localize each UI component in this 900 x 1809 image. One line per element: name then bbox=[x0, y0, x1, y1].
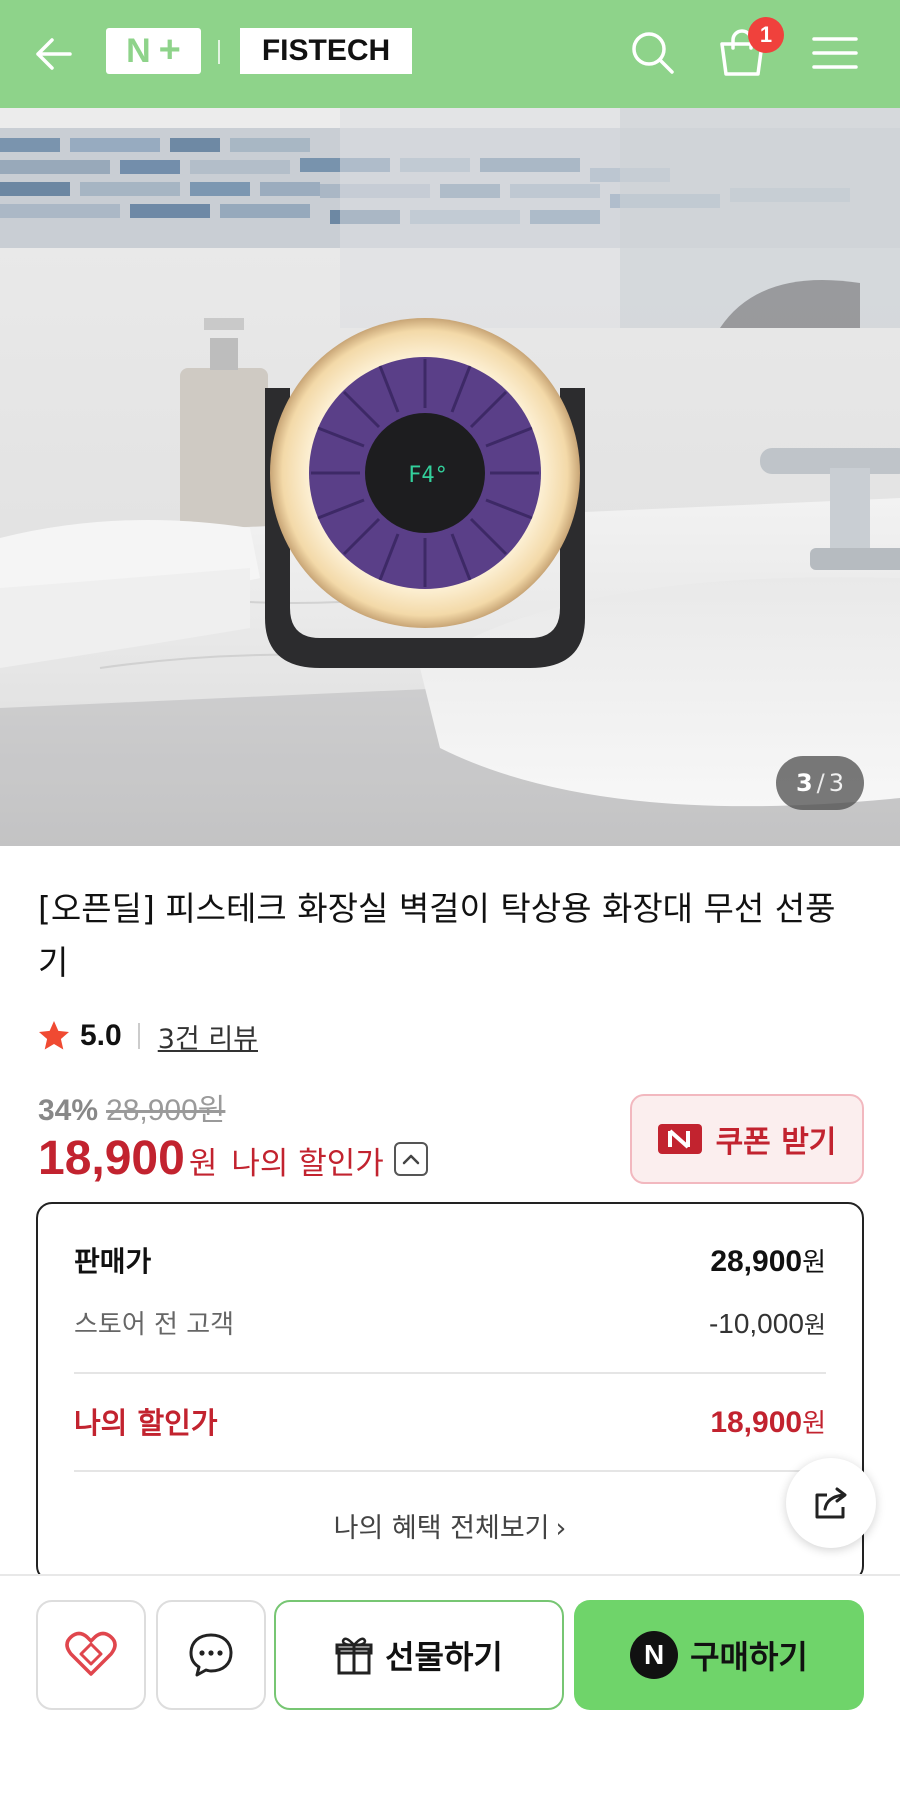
image-counter-separator: / bbox=[816, 769, 825, 797]
my-price-row: 나의 할인가 18,900원 bbox=[74, 1400, 826, 1442]
hamburger-menu-icon[interactable] bbox=[810, 28, 860, 78]
store-discount-value: -10,000 bbox=[708, 1308, 804, 1339]
sale-price-label: 판매가 bbox=[74, 1245, 152, 1278]
store-discount-row: 스토어 전 고객 -10,000원 bbox=[74, 1304, 826, 1341]
price-block: 34% 28,900원 18,900 원 나의 할인가 bbox=[38, 1085, 428, 1186]
sale-price-row: 판매가 28,900원 bbox=[74, 1240, 826, 1280]
image-current-index: 3 bbox=[795, 769, 813, 797]
product-title: [오픈딜] 피스테크 화장실 벽걸이 탁상용 화장대 무선 선풍기 bbox=[38, 889, 836, 982]
collapse-toggle[interactable] bbox=[393, 1141, 428, 1176]
original-price-row: 34% 28,900원 bbox=[38, 1085, 428, 1129]
rating-score: 5.0 bbox=[80, 1019, 122, 1052]
store-discount-amount: -10,000원 bbox=[709, 1305, 826, 1340]
top-app-bar: N + FISTECH 1 bbox=[0, 0, 900, 108]
buy-button[interactable]: N 구매하기 bbox=[574, 1600, 864, 1710]
star-icon bbox=[39, 1021, 69, 1050]
price-breakdown-card: 판매가 28,900원 스토어 전 고객 -10,000원 나의 할인가 18,… bbox=[36, 1202, 864, 1582]
gift-button[interactable]: 선물하기 bbox=[274, 1600, 564, 1710]
gift-icon bbox=[335, 1637, 373, 1675]
share-button[interactable] bbox=[786, 1458, 876, 1548]
wishlist-button[interactable] bbox=[36, 1600, 146, 1710]
product-image-gallery[interactable]: F4° 3 / 3 bbox=[0, 108, 900, 846]
divider bbox=[74, 1470, 826, 1472]
sale-price-currency: 원 bbox=[802, 1247, 826, 1278]
coupon-button[interactable]: 쿠폰 받기 bbox=[630, 1094, 864, 1184]
naver-plus-store-logo[interactable]: N + bbox=[106, 28, 201, 74]
final-price: 18,900 bbox=[38, 1132, 185, 1185]
my-price-label: 나의 할인가 bbox=[74, 1406, 218, 1440]
chat-bubble-icon bbox=[189, 1633, 233, 1677]
header-divider bbox=[218, 40, 220, 64]
original-price: 28,900원 bbox=[106, 1094, 226, 1127]
coupon-label: 쿠폰 받기 bbox=[715, 1125, 837, 1160]
naver-pay-icon bbox=[657, 1124, 702, 1154]
search-icon[interactable] bbox=[626, 26, 680, 80]
final-price-currency: 원 bbox=[188, 1146, 218, 1182]
buy-label: 구매하기 bbox=[690, 1638, 808, 1676]
divider bbox=[74, 1372, 826, 1374]
review-count-link[interactable]: 3건 리뷰 bbox=[158, 1017, 258, 1056]
gift-label: 선물하기 bbox=[385, 1638, 503, 1676]
back-arrow-icon[interactable] bbox=[30, 30, 78, 78]
discount-rate: 34% bbox=[38, 1094, 99, 1127]
sale-price-amount: 28,900원 bbox=[710, 1242, 826, 1279]
heart-icon bbox=[65, 1631, 117, 1676]
store-brand-logo[interactable]: FISTECH bbox=[240, 28, 412, 74]
naver-pay-badge: N bbox=[630, 1631, 679, 1679]
share-icon bbox=[815, 1487, 847, 1519]
chevron-right-icon: › bbox=[555, 1513, 567, 1544]
chat-button[interactable] bbox=[156, 1600, 266, 1710]
naver-plus-n: N bbox=[126, 32, 151, 70]
view-all-benefits-label: 나의 혜택 전체보기 bbox=[333, 1513, 550, 1544]
image-total-count: 3 bbox=[828, 769, 845, 797]
image-counter: 3 / 3 bbox=[776, 756, 864, 810]
rating-row: 5.0 3건 리뷰 bbox=[36, 1015, 258, 1057]
view-all-benefits-link[interactable]: 나의 혜택 전체보기 › bbox=[38, 1506, 862, 1545]
my-discount-label: 나의 할인가 bbox=[231, 1146, 384, 1182]
store-discount-currency: 원 bbox=[803, 1311, 826, 1339]
rating-divider bbox=[137, 1023, 140, 1049]
final-price-row: 18,900 원 나의 할인가 bbox=[38, 1131, 428, 1186]
store-discount-label: 스토어 전 고객 bbox=[74, 1310, 235, 1340]
naver-plus-sign: + bbox=[158, 29, 181, 71]
brand-name: FISTECH bbox=[261, 34, 391, 67]
my-price-amount: 18,900원 bbox=[710, 1403, 826, 1440]
chevron-up-icon bbox=[402, 1154, 420, 1164]
my-price-value: 18,900 bbox=[710, 1405, 803, 1439]
sale-price-value: 28,900 bbox=[710, 1244, 803, 1278]
cart-count-badge: 1 bbox=[748, 17, 784, 53]
bottom-action-bar: 선물하기 N 구매하기 bbox=[0, 1574, 900, 1809]
fan-display-text: F4° bbox=[408, 463, 448, 488]
product-photo: F4° bbox=[0, 108, 900, 846]
my-price-currency: 원 bbox=[802, 1408, 826, 1439]
